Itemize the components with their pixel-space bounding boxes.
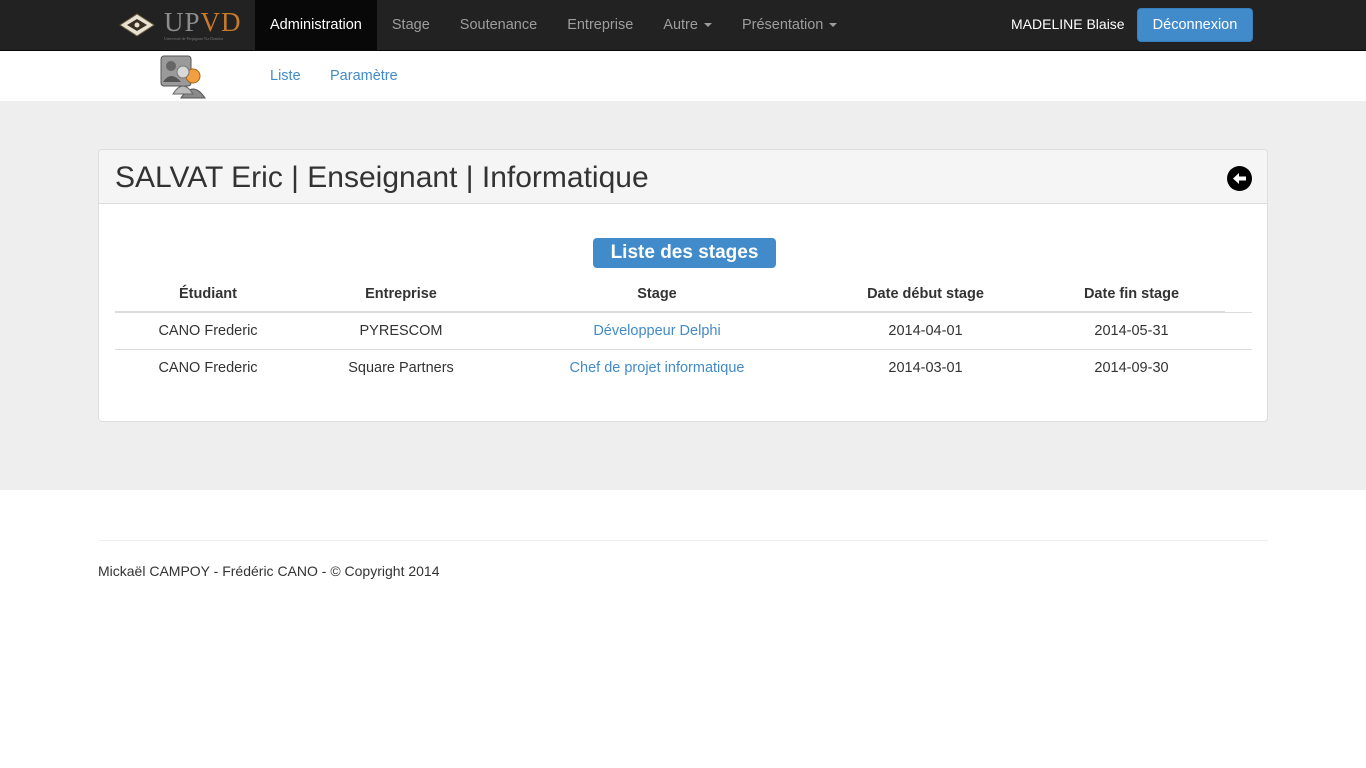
nav-item-soutenance[interactable]: Soutenance [445,0,552,50]
brand-emblem-icon [118,12,156,38]
column-header-date-fin: Date fin stage [1038,277,1225,313]
teacher-panel: SALVAT Eric | Enseignant | Informatique … [98,149,1268,422]
list-stages-label: Liste des stages [593,238,776,268]
table-header-row: Étudiant Entreprise Stage Date début sta… [115,277,1252,313]
internships-table: Étudiant Entreprise Stage Date début sta… [115,277,1252,386]
nav-item-autre[interactable]: Autre [648,0,727,50]
panel-heading: SALVAT Eric | Enseignant | Informatique [99,150,1267,204]
subnav-link-parametre[interactable]: Paramètre [330,68,398,84]
cell-stage-link[interactable]: Développeur Delphi [501,311,813,349]
main-nav: Administration Stage Soutenance Entrepri… [255,0,852,50]
cell-entreprise: Square Partners [301,348,501,386]
cell-etudiant: CANO Frederic [115,311,301,349]
table-row: CANO Frederic Square Partners Chef de pr… [115,348,1252,386]
footer-copyright: Mickaël CAMPOY - Frédéric CANO - © Copyr… [98,563,440,579]
cell-entreprise: PYRESCOM [301,311,501,349]
table-row: CANO Frederic PYRESCOM Développeur Delph… [115,311,1252,349]
column-header-stage: Stage [501,277,813,313]
admin-users-icon [157,52,209,100]
subnav-link-liste[interactable]: Liste [270,68,301,84]
footer-divider [98,540,1268,541]
cell-date-fin: 2014-05-31 [1038,311,1225,349]
nav-item-administration[interactable]: Administration [255,0,377,50]
current-user: MADELINE Blaise [1011,16,1125,32]
cell-date-fin: 2014-09-30 [1038,348,1225,386]
caret-down-icon [703,23,712,27]
brand-subtitle: Université de Perpignan Via Domitia [164,36,224,41]
column-header-date-debut: Date début stage [813,277,1038,313]
cell-date-debut: 2014-03-01 [813,348,1038,386]
nav-item-entreprise[interactable]: Entreprise [552,0,648,50]
column-header-etudiant: Étudiant [115,277,301,313]
caret-down-icon [829,23,838,27]
cell-etudiant: CANO Frederic [115,348,301,386]
cell-date-debut: 2014-04-01 [813,311,1038,349]
sub-navbar: Liste Paramètre [0,51,1366,101]
brand-logo[interactable]: UPVD Université de Perpignan Via Domitia [118,8,248,42]
logout-button[interactable]: Déconnexion [1137,8,1253,42]
arrow-left-circle-icon[interactable] [1227,166,1252,191]
nav-item-stage[interactable]: Stage [377,0,445,50]
top-navbar: UPVD Université de Perpignan Via Domitia… [0,0,1366,51]
nav-item-presentation[interactable]: Présentation [727,0,852,50]
page-title: SALVAT Eric | Enseignant | Informatique [115,161,649,194]
column-header-entreprise: Entreprise [301,277,501,313]
cell-stage-link[interactable]: Chef de projet informatique [501,348,813,386]
brand-wordmark: UPVD [164,7,242,37]
